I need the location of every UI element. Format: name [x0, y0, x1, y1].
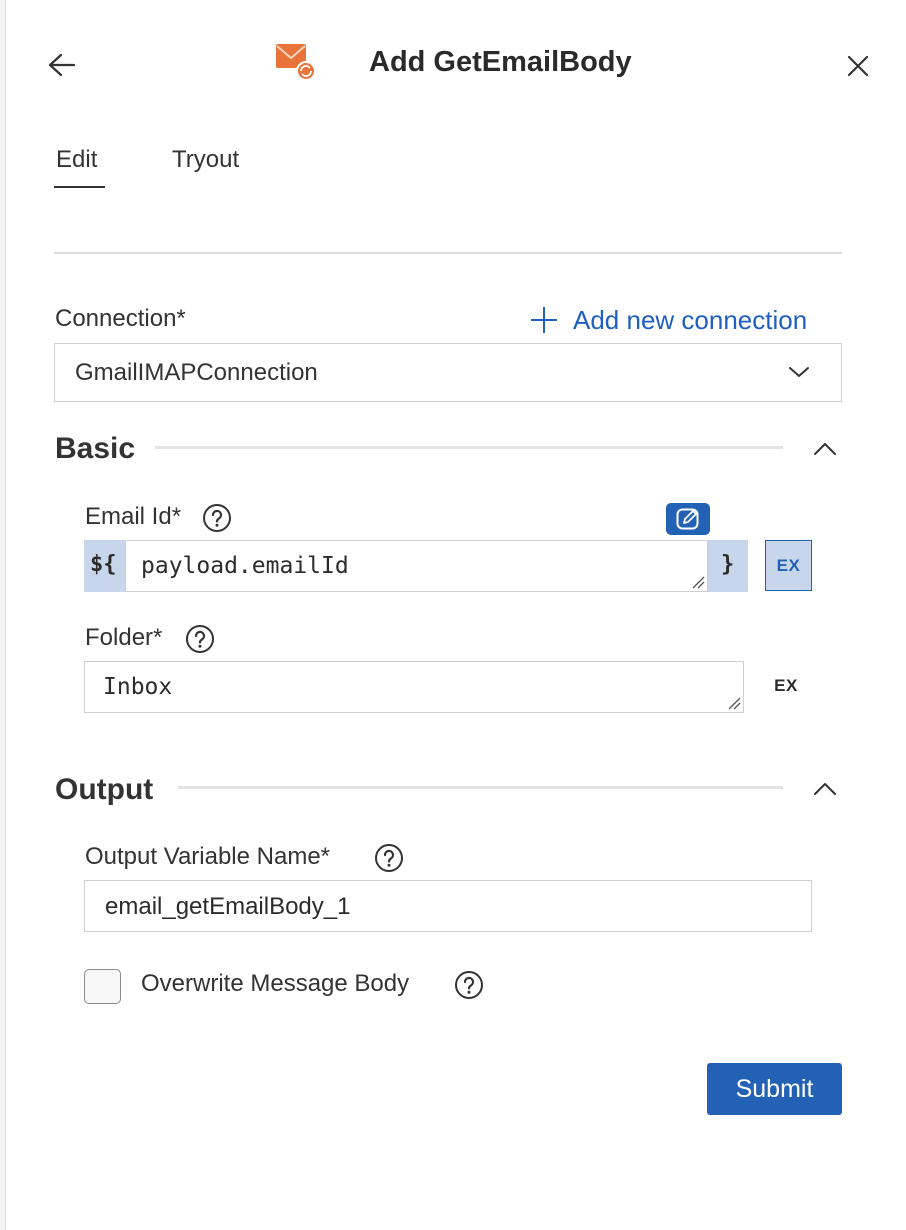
close-button[interactable]	[840, 48, 876, 84]
arrow-left-icon	[48, 53, 76, 77]
folder-expression-toggle[interactable]: EX	[766, 666, 806, 706]
email-sync-icon	[274, 42, 318, 82]
active-tab-indicator	[54, 186, 105, 188]
email-id-input[interactable]: payload.emailId	[125, 540, 708, 592]
chevron-down-icon	[789, 367, 809, 377]
edit-icon	[676, 508, 699, 530]
output-variable-value: email_getEmailBody_1	[105, 893, 351, 920]
tabs-divider	[54, 252, 842, 254]
edit-expression-button[interactable]	[666, 503, 710, 535]
connection-selected-value: GmailIMAPConnection	[75, 358, 318, 386]
folder-label: Folder*	[85, 624, 163, 651]
basic-section-divider	[155, 446, 783, 449]
help-icon[interactable]	[202, 503, 232, 533]
overwrite-message-body-label: Overwrite Message Body	[141, 970, 410, 997]
panel-left-border	[0, 0, 6, 1230]
output-section-divider	[178, 786, 783, 789]
basic-collapse-button[interactable]	[810, 436, 840, 460]
panel-header: Add GetEmailBody	[0, 0, 906, 130]
overwrite-message-body-checkbox[interactable]	[84, 969, 121, 1004]
back-button[interactable]	[44, 48, 80, 84]
connection-select[interactable]: GmailIMAPConnection	[54, 343, 842, 402]
basic-section-title: Basic	[55, 432, 136, 465]
output-section-title: Output	[55, 773, 154, 806]
email-id-expression-field: ${ payload.emailId }	[84, 540, 748, 592]
tab-edit[interactable]: Edit	[56, 146, 97, 174]
resize-grip-icon[interactable]	[727, 696, 741, 710]
folder-input[interactable]: Inbox	[84, 661, 744, 713]
chevron-up-icon	[814, 443, 836, 455]
output-variable-label: Output Variable Name*	[85, 843, 331, 870]
help-icon[interactable]	[374, 843, 404, 873]
email-id-value: payload.emailId	[141, 553, 349, 579]
page-title: Add GetEmailBody	[369, 46, 632, 78]
tab-tryout[interactable]: Tryout	[172, 146, 239, 174]
add-new-connection-link[interactable]: Add new connection	[529, 302, 807, 338]
help-icon[interactable]	[454, 970, 484, 1000]
resize-grip-icon[interactable]	[691, 575, 705, 589]
chevron-up-icon	[814, 783, 836, 795]
plus-icon	[531, 307, 557, 333]
connection-label: Connection*	[55, 305, 186, 332]
email-id-label: Email Id*	[85, 503, 182, 530]
expression-suffix: }	[721, 552, 735, 577]
folder-value: Inbox	[103, 674, 173, 700]
help-icon[interactable]	[185, 624, 215, 654]
output-collapse-button[interactable]	[810, 776, 840, 800]
email-id-expression-toggle[interactable]: EX	[765, 540, 812, 591]
output-variable-input[interactable]: email_getEmailBody_1	[84, 880, 812, 932]
add-new-connection-label: Add new connection	[573, 304, 808, 335]
submit-button[interactable]: Submit	[707, 1063, 842, 1115]
expression-prefix: ${	[90, 552, 117, 577]
close-icon	[847, 55, 869, 77]
